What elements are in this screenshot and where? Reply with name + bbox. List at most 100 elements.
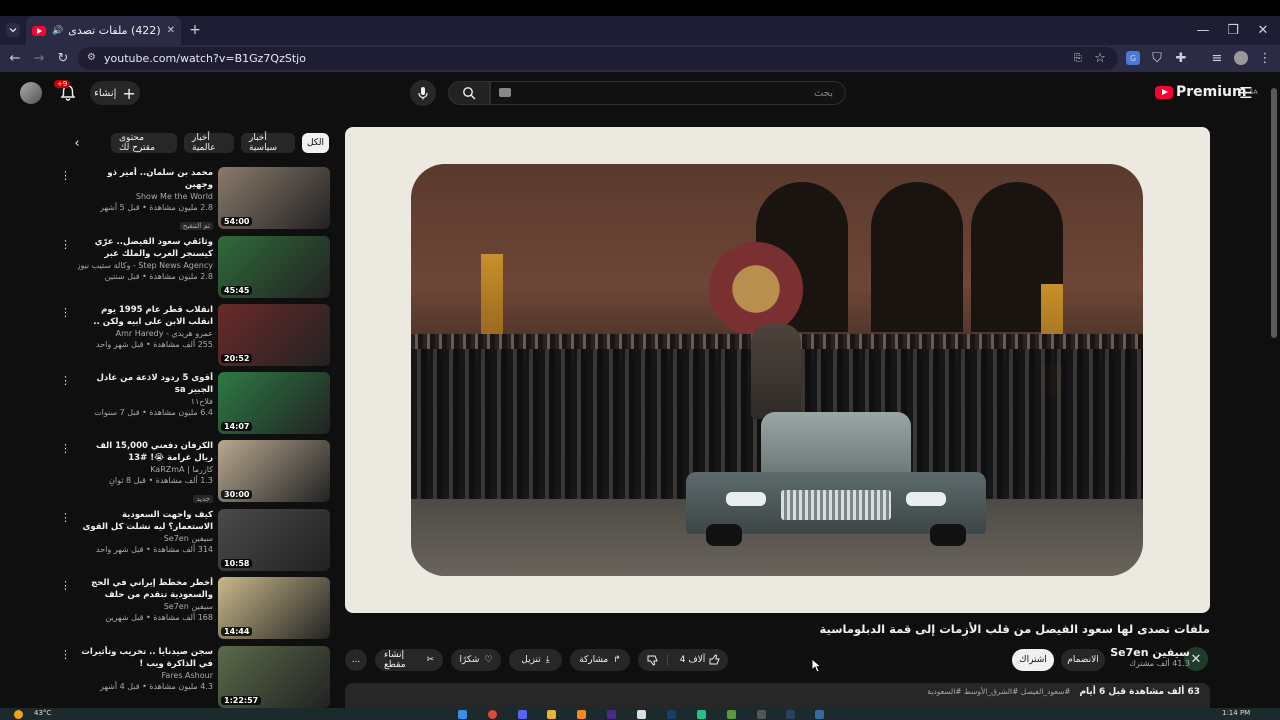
video-title[interactable]: انقلاب قطر عام 1995 يوم انقلب الابن على … bbox=[78, 304, 213, 328]
video-title[interactable]: أقوى 5 ردود لاذعة من عادل الجبير sa bbox=[78, 372, 213, 396]
app-icon-dark[interactable] bbox=[757, 710, 766, 719]
more-options-icon[interactable]: ⋮ bbox=[60, 238, 71, 251]
video-info[interactable]: الكرفان دفعني 15,000 الف ريال غرامة 😭! #… bbox=[78, 440, 213, 505]
video-info[interactable]: محمد بن سلمان.. أمير ذو وجهين Show Me the… bbox=[78, 167, 213, 232]
app-icon-green[interactable] bbox=[697, 710, 706, 719]
photoshop-icon[interactable] bbox=[667, 710, 676, 719]
window-restore-button[interactable]: ❐ bbox=[1225, 22, 1241, 38]
video-title[interactable]: سجن صيدنايا .. تخريب وتأثيرات في الذاكرة… bbox=[78, 646, 213, 670]
minecraft-icon[interactable] bbox=[727, 710, 736, 719]
video-title[interactable]: الكرفان دفعني 15,000 الف ريال غرامة 😭! #… bbox=[78, 440, 213, 464]
page-scrollbar-thumb[interactable] bbox=[1271, 88, 1277, 338]
video-thumbnail[interactable]: 1:22:57 bbox=[218, 646, 330, 708]
recommendation-item[interactable]: 45:45 وثائقي سعود الفيصل.. عرّي كيسنجر ال… bbox=[60, 236, 330, 300]
video-thumbnail[interactable]: 14:44 bbox=[218, 577, 330, 639]
channel-name[interactable]: سيفين Se7en bbox=[1090, 646, 1190, 659]
video-info[interactable]: كيف واجهت السعودية الاستعمار؟ ليه نشلت ك… bbox=[78, 509, 213, 555]
forward-arrow-icon[interactable]: → bbox=[32, 51, 46, 66]
dislike-button[interactable] bbox=[638, 654, 668, 666]
video-channel[interactable]: Fares Ashour bbox=[78, 670, 213, 681]
more-options-icon[interactable]: ⋮ bbox=[60, 306, 71, 319]
more-options-icon[interactable]: ⋮ bbox=[60, 169, 71, 182]
chip-world-news[interactable]: أخبار عالمية bbox=[184, 133, 234, 153]
weather-sun-icon[interactable] bbox=[14, 710, 23, 719]
video-info[interactable]: سجن صيدنايا .. تخريب وتأثيرات في الذاكرة… bbox=[78, 646, 213, 692]
video-title[interactable]: محمد بن سلمان.. أمير ذو وجهين bbox=[78, 167, 213, 191]
recommendation-item[interactable]: 54:00 محمد بن سلمان.. أمير ذو وجهين Show M… bbox=[60, 167, 330, 231]
more-actions-button[interactable]: ... bbox=[345, 649, 367, 671]
hashtags[interactable]: #سعود_الفيصل #الشرق_الأوسط #السعودية bbox=[927, 687, 1070, 696]
clock-time[interactable]: 1:14 PM bbox=[1222, 709, 1250, 717]
keyboard-icon[interactable] bbox=[499, 88, 511, 97]
steam-icon[interactable] bbox=[786, 710, 795, 719]
search-input[interactable]: بحث bbox=[490, 81, 846, 105]
video-thumbnail[interactable]: 20:52 bbox=[218, 304, 330, 366]
guide-menu-icon[interactable]: ☰ bbox=[1238, 84, 1254, 102]
video-thumbnail[interactable]: 45:45 bbox=[218, 236, 330, 298]
video-channel[interactable]: عمرو هريدي - Amr Haredy bbox=[78, 328, 213, 339]
video-title[interactable]: أخطر مخطط إيراني في الحج والسعودية تتقدم… bbox=[78, 577, 213, 601]
clip-button[interactable]: إنشاء مقطع ✂ bbox=[375, 649, 443, 671]
thanks-button[interactable]: شكرًا ♡ bbox=[451, 649, 501, 671]
window-minimize-button[interactable]: — bbox=[1195, 22, 1211, 38]
discord-icon[interactable] bbox=[518, 710, 527, 719]
extensions-puzzle-icon[interactable]: ✚ bbox=[1174, 51, 1188, 66]
video-channel[interactable]: Step News Agency - وكالة ستيب نيوز bbox=[78, 260, 213, 271]
video-info[interactable]: أخطر مخطط إيراني في الحج والسعودية تتقدم… bbox=[78, 577, 213, 623]
download-button[interactable]: تنزيل ⤓ bbox=[509, 649, 562, 671]
back-arrow-icon[interactable]: ← bbox=[8, 51, 22, 66]
new-tab-button[interactable]: + bbox=[187, 22, 203, 38]
premiere-icon[interactable] bbox=[607, 710, 616, 719]
video-thumbnail[interactable]: 14:07 bbox=[218, 372, 330, 434]
video-player[interactable] bbox=[345, 127, 1210, 613]
recommendation-item[interactable]: 14:44 أخطر مخطط إيراني في الحج والسعودية … bbox=[60, 577, 330, 641]
subscribe-button[interactable]: اشتراك bbox=[1012, 649, 1054, 671]
join-button[interactable]: الانضمام bbox=[1061, 649, 1105, 671]
voice-search-mic-button[interactable] bbox=[410, 80, 436, 106]
video-info[interactable]: انقلاب قطر عام 1995 يوم انقلب الابن على … bbox=[78, 304, 213, 350]
vlc-icon[interactable] bbox=[577, 710, 586, 719]
bookmark-star-icon[interactable]: ☆ bbox=[1093, 51, 1107, 66]
search-button[interactable] bbox=[448, 81, 490, 105]
more-options-icon[interactable]: ⋮ bbox=[60, 374, 71, 387]
more-options-icon[interactable]: ⋮ bbox=[60, 442, 71, 455]
chips-scroll-left-icon[interactable]: ‹ bbox=[70, 136, 84, 151]
chip-all[interactable]: الكل bbox=[302, 133, 329, 153]
chip-political-news[interactable]: أخبار سياسية bbox=[241, 133, 295, 153]
video-info[interactable]: وثائقي سعود الفيصل.. عرّي كيسنجر العرب و… bbox=[78, 236, 213, 282]
video-channel[interactable]: سيفين Se7en bbox=[78, 533, 213, 544]
capcut-icon[interactable] bbox=[637, 710, 646, 719]
video-title[interactable]: وثائقي سعود الفيصل.. عرّي كيسنجر العرب و… bbox=[78, 236, 213, 260]
like-button[interactable]: 4 آلاف bbox=[673, 654, 728, 666]
recommendation-item[interactable]: 1:22:57 سجن صيدنايا .. تخريب وتأثيرات في … bbox=[60, 646, 330, 710]
translate-extension-icon[interactable]: G bbox=[1126, 51, 1140, 65]
video-title[interactable]: كيف واجهت السعودية الاستعمار؟ ليه نشلت ك… bbox=[78, 509, 213, 533]
recommendation-item[interactable]: 10:58 كيف واجهت السعودية الاستعمار؟ ليه ن… bbox=[60, 509, 330, 573]
video-thumbnail[interactable]: 10:58 bbox=[218, 509, 330, 571]
video-channel[interactable]: Show Me the World bbox=[78, 191, 213, 202]
more-options-icon[interactable]: ⋮ bbox=[60, 511, 71, 524]
profile-avatar-icon[interactable] bbox=[1234, 51, 1248, 65]
install-app-icon[interactable]: ⎘ bbox=[1071, 51, 1085, 65]
create-button[interactable]: إنشاء + bbox=[90, 81, 140, 105]
reading-list-icon[interactable]: ≡ bbox=[1210, 51, 1224, 66]
site-info-icon[interactable]: ⚙ bbox=[87, 52, 96, 63]
shield-extension-icon[interactable]: ⛉ bbox=[1150, 51, 1164, 66]
video-thumbnail[interactable]: 30:00 bbox=[218, 440, 330, 502]
tab-close-icon[interactable]: ✕ bbox=[167, 25, 175, 36]
browser-menu-icon[interactable]: ⋮ bbox=[1258, 51, 1272, 66]
video-description[interactable]: 63 ألف مشاهدة قبل 6 أيام #سعود_الفيصل #ا… bbox=[345, 683, 1210, 708]
video-channel[interactable]: كازرما | KaRZmA bbox=[78, 464, 213, 475]
video-channel[interactable]: فلاح١١ bbox=[78, 396, 213, 407]
video-info[interactable]: أقوى 5 ردود لاذعة من عادل الجبير sa فلاح١… bbox=[78, 372, 213, 418]
app-icon-blue[interactable] bbox=[815, 710, 824, 719]
browser-tab-active[interactable]: 🔊 (422) ملفات تصدى لها سعود ✕ bbox=[26, 16, 181, 45]
video-frame[interactable] bbox=[411, 164, 1143, 576]
address-bar[interactable]: ⚙ youtube.com/watch?v=B1Gz7QzStjo bbox=[78, 47, 1118, 70]
tab-search-button[interactable] bbox=[6, 23, 20, 37]
windows-start-icon[interactable] bbox=[458, 710, 467, 719]
more-options-icon[interactable]: ⋮ bbox=[60, 648, 71, 661]
share-button[interactable]: مشاركة ↱ bbox=[570, 649, 630, 671]
recommendation-item[interactable]: 14:07 أقوى 5 ردود لاذعة من عادل الجبير sa… bbox=[60, 372, 330, 436]
video-thumbnail[interactable]: 54:00 bbox=[218, 167, 330, 229]
